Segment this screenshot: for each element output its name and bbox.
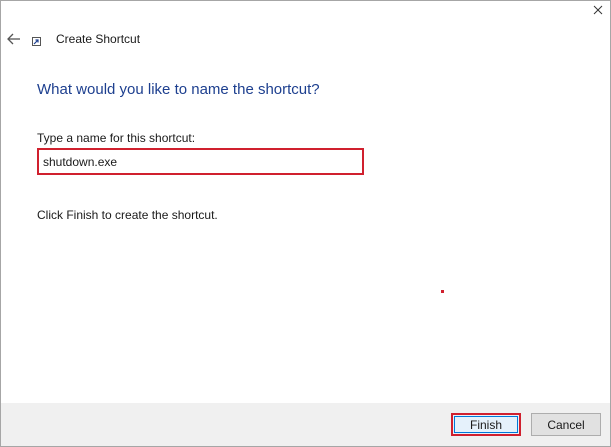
page-heading: What would you like to name the shortcut… — [37, 81, 320, 98]
wizard-title: Create Shortcut — [56, 32, 141, 46]
create-shortcut-window: Create Shortcut What would you like to n… — [0, 0, 611, 447]
back-arrow-icon — [7, 33, 20, 45]
cancel-button[interactable]: Cancel — [531, 413, 601, 436]
close-button[interactable] — [586, 1, 610, 25]
shortcut-name-input[interactable] — [37, 148, 364, 175]
instruction-text: Click Finish to create the shortcut. — [37, 208, 218, 222]
back-button[interactable] — [5, 30, 23, 48]
annotation-marker — [441, 290, 444, 293]
wizard-header: Create Shortcut — [1, 30, 610, 50]
finish-button-label: Finish — [454, 416, 518, 433]
finish-button[interactable]: Finish — [451, 413, 521, 436]
wizard-footer: Finish Cancel — [1, 403, 610, 446]
close-icon — [593, 5, 603, 15]
shortcut-icon — [32, 37, 41, 46]
shortcut-name-label: Type a name for this shortcut: — [37, 131, 196, 145]
